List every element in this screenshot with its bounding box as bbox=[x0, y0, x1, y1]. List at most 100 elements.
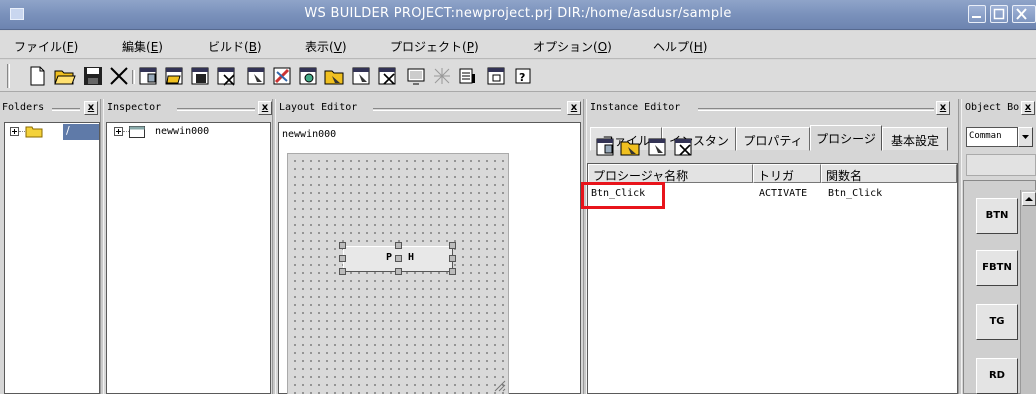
edit-dialog-icon[interactable] bbox=[271, 65, 293, 87]
object-box-close-button[interactable]: x bbox=[1021, 101, 1035, 115]
menu-build[interactable]: ビルド(B) bbox=[208, 38, 262, 55]
maximize-button[interactable] bbox=[990, 5, 1008, 23]
widget-button-toggle[interactable]: TG bbox=[976, 304, 1018, 340]
list-icon[interactable] bbox=[456, 65, 478, 87]
inspector-close-button[interactable]: x bbox=[258, 101, 272, 115]
window-icon bbox=[129, 126, 145, 141]
instance-editor-title: Instance Editor bbox=[590, 102, 681, 113]
layout-editor-header: Layout Editor x bbox=[277, 99, 583, 119]
window-title: WS BUILDER PROJECT:newproject.prj DIR:/h… bbox=[304, 6, 732, 21]
layout-editor-close-button[interactable]: x bbox=[567, 101, 581, 115]
trigger-cell[interactable]: ACTIVATE bbox=[759, 188, 807, 199]
column-header-function-name[interactable]: 関数名 bbox=[821, 164, 957, 183]
delete-dialog-icon[interactable] bbox=[376, 65, 398, 87]
folders-tree: / bbox=[4, 122, 100, 394]
save-window-icon[interactable] bbox=[189, 65, 211, 87]
tab-procedure[interactable]: プロシージ bbox=[810, 125, 882, 151]
minimize-icon bbox=[972, 16, 981, 18]
folders-title: Folders bbox=[2, 102, 45, 113]
screen-icon[interactable] bbox=[405, 65, 427, 87]
new-procedure-icon[interactable] bbox=[594, 136, 616, 158]
highlight-box bbox=[581, 182, 665, 209]
menu-help[interactable]: ヘルプ(H) bbox=[653, 38, 707, 55]
resize-handle[interactable] bbox=[339, 255, 346, 262]
resize-handle[interactable] bbox=[449, 242, 456, 249]
expand-icon[interactable] bbox=[114, 127, 123, 136]
menu-edit[interactable]: 編集(E) bbox=[122, 38, 163, 55]
folders-close-button[interactable]: x bbox=[84, 101, 98, 115]
resize-handle[interactable] bbox=[339, 268, 346, 275]
instance-splitter[interactable] bbox=[958, 99, 962, 394]
menu-view[interactable]: 表示(V) bbox=[305, 38, 347, 55]
menu-project[interactable]: プロジェクト(P) bbox=[390, 38, 479, 55]
open-procedure-icon[interactable] bbox=[620, 136, 642, 158]
tab-basic-settings[interactable]: 基本設定 bbox=[882, 127, 948, 151]
toolbar-separator bbox=[132, 70, 135, 84]
grid-icon[interactable] bbox=[431, 65, 453, 87]
maximize-icon bbox=[993, 8, 1005, 20]
inspector-tree: newwin000 bbox=[106, 122, 271, 394]
minimize-button[interactable] bbox=[968, 5, 986, 23]
open-dialog-icon[interactable] bbox=[324, 65, 346, 87]
widget-button-fbtn[interactable]: FBTN bbox=[976, 250, 1018, 286]
folders-splitter[interactable] bbox=[100, 99, 104, 394]
close-window-button[interactable] bbox=[1012, 5, 1036, 23]
function-name-cell[interactable]: Btn_Click bbox=[828, 188, 882, 199]
inspector-title: Inspector bbox=[107, 102, 162, 113]
cut-icon[interactable] bbox=[108, 65, 130, 87]
resize-handle[interactable] bbox=[395, 255, 402, 262]
save-icon[interactable] bbox=[82, 65, 104, 87]
layout-window-name: newwin000 bbox=[282, 129, 337, 140]
new-file-icon[interactable] bbox=[26, 65, 48, 87]
save-dialog-icon[interactable] bbox=[350, 65, 372, 87]
inspector-panel-header: Inspector x bbox=[105, 99, 273, 119]
instance-editor-close-button[interactable]: x bbox=[936, 101, 950, 115]
close-icon bbox=[1016, 8, 1027, 20]
edit-procedure-icon[interactable] bbox=[646, 136, 668, 158]
chevron-up-icon bbox=[1025, 197, 1033, 201]
instance-editor-header: Instance Editor x bbox=[588, 99, 960, 119]
design-window[interactable]: P H bbox=[287, 153, 509, 394]
open-window-icon[interactable] bbox=[163, 65, 185, 87]
run-dialog-icon[interactable] bbox=[297, 65, 319, 87]
title-bar[interactable]: WS BUILDER PROJECT:newproject.prj DIR:/h… bbox=[0, 0, 1036, 30]
delete-window-icon[interactable] bbox=[215, 65, 237, 87]
open-folder-icon[interactable] bbox=[54, 65, 76, 87]
object-category-select[interactable]: Comman bbox=[966, 127, 1018, 147]
help-icon[interactable]: ? bbox=[512, 65, 534, 87]
column-header-procedure-name[interactable]: プロシージャ名称 bbox=[588, 164, 753, 183]
object-box-title: Object Bo bbox=[965, 102, 1020, 113]
menu-bar: ファイル(F) 編集(E) ビルド(B) 表示(V) プロジェクト(P) オプシ… bbox=[0, 31, 1036, 59]
resize-handle[interactable] bbox=[339, 242, 346, 249]
resize-grip-icon[interactable] bbox=[492, 378, 506, 392]
resize-handle[interactable] bbox=[449, 255, 456, 262]
toolbar-grip[interactable] bbox=[7, 64, 10, 88]
preview-icon[interactable] bbox=[485, 65, 507, 87]
column-header-trigger[interactable]: トリガ bbox=[753, 164, 821, 183]
resize-handle[interactable] bbox=[449, 268, 456, 275]
layout-editor-title: Layout Editor bbox=[279, 102, 358, 113]
inspector-item-newwin000[interactable]: newwin000 bbox=[155, 126, 209, 137]
root-folder-item[interactable]: / bbox=[63, 124, 99, 140]
select-dropdown-button[interactable] bbox=[1018, 127, 1033, 147]
resize-handle[interactable] bbox=[395, 242, 402, 249]
scroll-up-button[interactable] bbox=[1022, 192, 1036, 206]
widget-button-radio[interactable]: RD bbox=[976, 358, 1018, 394]
layout-editor-canvas[interactable]: newwin000 P H bbox=[278, 122, 581, 394]
menu-file[interactable]: ファイル(F) bbox=[14, 38, 78, 55]
inspector-splitter[interactable] bbox=[272, 99, 276, 394]
toolbar: ? bbox=[0, 60, 1036, 92]
chevron-down-icon bbox=[1022, 135, 1029, 139]
folders-panel-header: Folders x bbox=[0, 99, 104, 119]
menu-options[interactable]: オプション(O) bbox=[533, 38, 612, 55]
expand-icon[interactable] bbox=[10, 127, 19, 136]
new-dialog-icon[interactable] bbox=[245, 65, 267, 87]
widget-button-btn[interactable]: BTN bbox=[976, 198, 1018, 234]
object-filter-input[interactable] bbox=[966, 154, 1036, 176]
new-window-icon[interactable] bbox=[137, 65, 159, 87]
palette-scrollbar[interactable] bbox=[1020, 190, 1036, 394]
tab-property[interactable]: プロパティ bbox=[736, 127, 810, 151]
svg-text:?: ? bbox=[519, 71, 525, 84]
delete-procedure-icon[interactable] bbox=[672, 136, 694, 158]
resize-handle[interactable] bbox=[395, 268, 402, 275]
